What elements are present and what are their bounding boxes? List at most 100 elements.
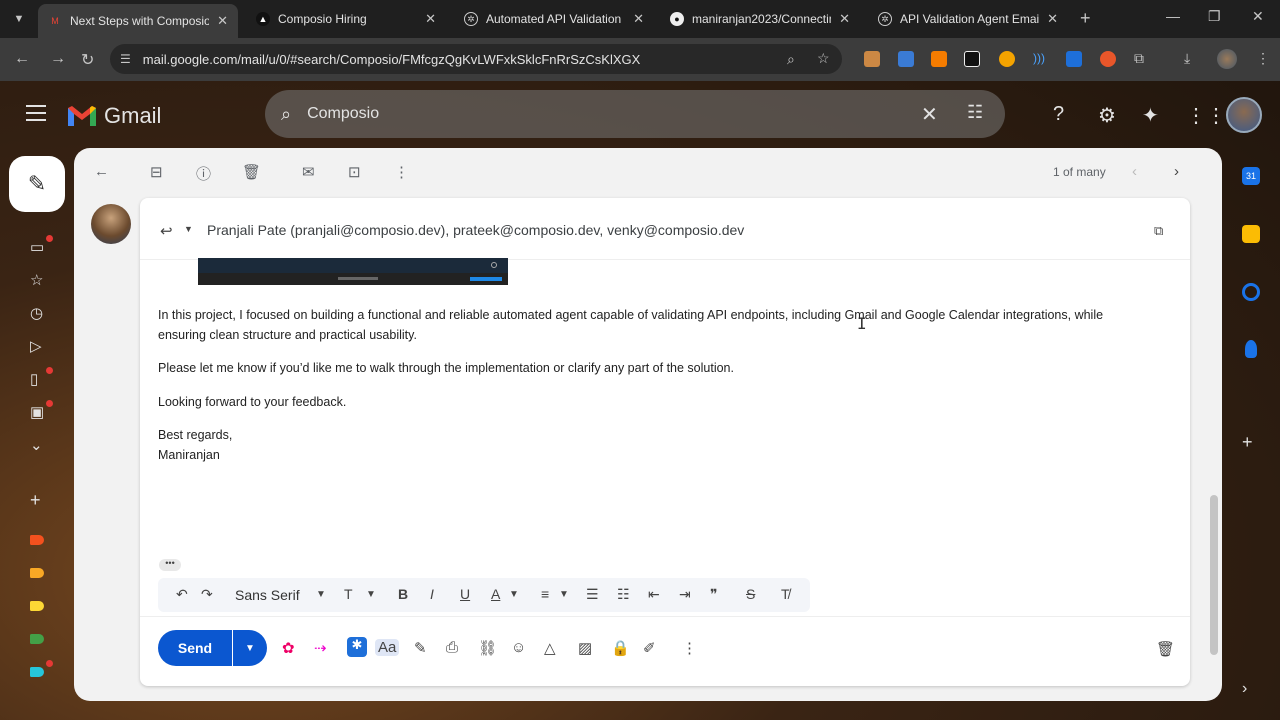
create-label-plus-icon[interactable]: +	[30, 490, 41, 511]
extension-action-icon[interactable]: ✱	[347, 637, 367, 657]
minimize-icon[interactable]: —	[1166, 8, 1180, 24]
strikethrough-icon[interactable]: S	[746, 586, 755, 602]
address-bar[interactable]: ☰ mail.google.com/mail/u/0/#search/Compo…	[110, 44, 842, 74]
purchases-icon[interactable]: ▣	[30, 403, 44, 421]
mail-search-bar[interactable]: ⌕ Composio ✕ ☷	[265, 90, 1005, 138]
tasks-icon[interactable]	[1242, 283, 1260, 301]
starred-icon[interactable]: ☆	[30, 271, 43, 289]
new-tab-plus-icon[interactable]: +	[1080, 8, 1091, 29]
send-button[interactable]: Send	[158, 630, 232, 666]
get-addons-plus-icon[interactable]: +	[1242, 432, 1260, 452]
google-drive-icon[interactable]: △	[544, 639, 556, 657]
compose-pencil-button[interactable]: ✎	[9, 156, 65, 212]
browser-tab-gmail[interactable]: M Next Steps with Composio | ✕	[38, 4, 238, 38]
forward-arrow-icon[interactable]: →	[50, 50, 66, 68]
align-icon[interactable]: ≡	[541, 586, 549, 602]
inbox-icon[interactable]: ▭	[30, 238, 44, 256]
label-tag-icon[interactable]	[30, 667, 44, 677]
browser-menu-icon[interactable]: ⋮	[1256, 50, 1270, 67]
browser-tab-composio-hiring[interactable]: ▲ Composio Hiring ✕	[246, 4, 446, 34]
clear-search-icon[interactable]: ✕	[921, 102, 938, 127]
extension-action-icon[interactable]: ⇢	[314, 639, 327, 657]
scrollbar-thumb[interactable]	[1210, 495, 1218, 655]
pop-out-icon[interactable]: ⧉	[1154, 223, 1163, 239]
contacts-icon[interactable]	[1245, 340, 1257, 358]
text-color-icon[interactable]: A	[491, 586, 500, 602]
newer-chevron-icon[interactable]: ‹	[1132, 163, 1137, 180]
bulleted-list-icon[interactable]: ☷	[617, 586, 630, 603]
extension-icon[interactable]	[931, 51, 947, 67]
settings-gear-icon[interactable]: ⚙	[1098, 103, 1116, 128]
tab-close-icon[interactable]: ✕	[425, 11, 436, 27]
indent-less-icon[interactable]: ⇤	[648, 586, 660, 603]
undo-icon[interactable]: ↶	[176, 586, 188, 603]
google-apps-icon[interactable]: ⋮⋮	[1186, 103, 1226, 128]
ai-writing-icon[interactable]: ✿	[282, 639, 295, 657]
tab-close-icon[interactable]: ✕	[1047, 11, 1058, 27]
extension-icon[interactable]	[1100, 51, 1116, 67]
account-avatar[interactable]	[1226, 97, 1262, 133]
signature-block[interactable]: Best regards, Maniranjan	[158, 425, 1183, 465]
report-spam-icon[interactable]: ⓘ	[196, 163, 211, 184]
discard-draft-icon[interactable]: 🗑	[1156, 640, 1175, 658]
keep-icon[interactable]	[1242, 225, 1260, 243]
recipients-field[interactable]: Pranjali Pate (pranjali@composio.dev), p…	[207, 222, 744, 238]
maximize-icon[interactable]: ❐	[1208, 8, 1221, 25]
back-to-list-icon[interactable]: ←	[94, 163, 109, 180]
quote-icon[interactable]: ❞	[710, 586, 718, 603]
remove-formatting-icon[interactable]: T̸	[781, 586, 790, 602]
extension-icon[interactable]: )))	[1033, 51, 1049, 67]
recipients-row[interactable]: ↩ ▼ Pranjali Pate (pranjali@composio.dev…	[140, 198, 1190, 260]
zoom-icon[interactable]: ⌕	[787, 51, 795, 68]
label-tag-icon[interactable]	[30, 634, 44, 644]
size-dropdown-caret-icon[interactable]: ▼	[366, 589, 376, 600]
archive-icon[interactable]: ⊟	[150, 163, 163, 181]
more-options-icon[interactable]: ⋮	[682, 639, 697, 657]
font-family-select[interactable]: Sans Serif	[235, 587, 300, 603]
body-paragraph[interactable]: Looking forward to your feedback.	[158, 392, 1183, 412]
body-paragraph[interactable]: In this project, I focused on building a…	[158, 305, 1183, 345]
snoozed-clock-icon[interactable]: ◷	[30, 304, 43, 322]
schedule-send-caret-icon[interactable]: ▼	[233, 630, 267, 666]
extension-icon[interactable]	[898, 51, 914, 67]
text-size-icon[interactable]: T	[344, 586, 353, 602]
confidential-mode-icon[interactable]: 🔒	[611, 639, 630, 657]
main-menu-icon[interactable]	[26, 105, 46, 126]
extension-icon[interactable]	[964, 51, 980, 67]
extension-icon[interactable]	[864, 51, 880, 67]
move-to-icon[interactable]: ⊡	[348, 163, 361, 181]
bold-icon[interactable]: B	[398, 586, 408, 602]
mark-unread-icon[interactable]: ✉	[302, 163, 315, 181]
browser-tab-api-email[interactable]: ✲ API Validation Agent Email ✕	[868, 4, 1068, 34]
insert-photo-icon[interactable]: ▨	[578, 639, 592, 657]
tab-search-chevron-icon[interactable]: ▼	[6, 6, 32, 32]
insert-emoji-icon[interactable]: ☺	[511, 639, 526, 656]
tab-close-icon[interactable]: ✕	[217, 13, 228, 29]
profile-avatar[interactable]	[1217, 49, 1237, 69]
font-dropdown-caret-icon[interactable]: ▼	[316, 589, 326, 600]
extension-icon[interactable]	[999, 51, 1015, 67]
formatting-options-icon[interactable]: Aa	[375, 639, 400, 656]
search-input[interactable]: Composio	[307, 105, 379, 123]
drafts-icon[interactable]: ▯	[30, 370, 38, 388]
gemini-sparkle-icon[interactable]: ✦	[1142, 103, 1159, 128]
search-icon[interactable]: ⌕	[281, 104, 291, 125]
help-icon[interactable]: ?	[1053, 103, 1064, 126]
extensions-puzzle-icon[interactable]: ⧉	[1134, 50, 1144, 67]
show-trimmed-content-icon[interactable]: •••	[159, 559, 181, 571]
tab-close-icon[interactable]: ✕	[633, 11, 644, 27]
delete-icon[interactable]: 🗑	[242, 163, 261, 181]
calendar-icon[interactable]: 31	[1242, 167, 1260, 185]
ai-compose-icon[interactable]: ✎	[414, 639, 427, 657]
label-tag-icon[interactable]	[30, 568, 44, 578]
extension-icon[interactable]	[1066, 51, 1082, 67]
numbered-list-icon[interactable]: ☰	[586, 586, 599, 603]
label-tag-icon[interactable]	[30, 601, 44, 611]
insert-signature-icon[interactable]: ✐	[643, 639, 656, 657]
show-side-panel-chevron-icon[interactable]: ›	[1242, 680, 1260, 698]
search-options-icon[interactable]: ☷	[967, 102, 983, 123]
site-info-icon[interactable]: ☰	[120, 52, 131, 66]
body-paragraph[interactable]: Please let me know if you’d like me to w…	[158, 358, 1183, 378]
more-options-icon[interactable]: ⋮	[394, 163, 409, 181]
redo-icon[interactable]: ↷	[201, 586, 213, 603]
